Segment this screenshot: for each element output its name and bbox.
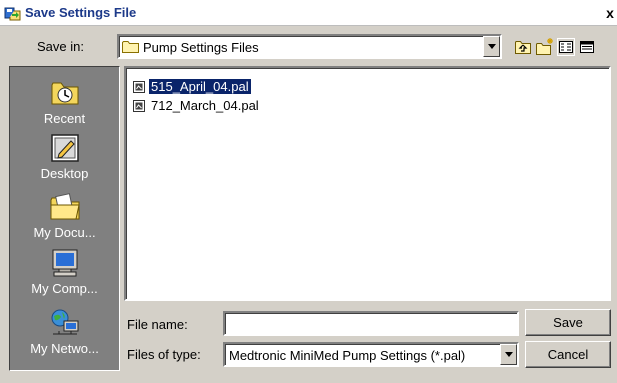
list-item[interactable]: 515_April_04.pal <box>132 78 251 95</box>
my-network-icon <box>49 307 81 339</box>
details-view-icon[interactable] <box>577 37 597 57</box>
up-one-level-icon[interactable] <box>513 37 533 57</box>
place-my-documents[interactable]: My Docu... <box>10 191 119 240</box>
files-of-type-value: Medtronic MiniMed Pump Settings (*.pal) <box>229 348 466 363</box>
files-of-type-label: Files of type: <box>127 347 201 362</box>
file-name: 515_April_04.pal <box>149 79 251 94</box>
chevron-down-icon[interactable] <box>483 36 500 57</box>
place-label: My Docu... <box>33 225 96 240</box>
place-label: Desktop <box>40 166 89 181</box>
place-my-network[interactable]: My Netwo... <box>10 307 119 356</box>
file-name-input[interactable] <box>223 311 519 336</box>
pal-file-icon <box>132 99 146 113</box>
places-bar: Recent Desktop My Docu... My Comp... My … <box>9 66 120 371</box>
place-label: Recent <box>43 111 86 126</box>
desktop-icon <box>49 132 81 164</box>
place-label: My Comp... <box>31 281 98 296</box>
save-button[interactable]: Save <box>525 309 611 336</box>
file-list[interactable]: 515_April_04.pal 712_March_04.pal <box>124 66 611 301</box>
my-documents-icon <box>49 191 81 223</box>
cancel-button[interactable]: Cancel <box>525 341 611 368</box>
place-label: My Netwo... <box>30 341 99 356</box>
place-desktop[interactable]: Desktop <box>10 132 119 181</box>
list-view-icon[interactable] <box>556 37 576 57</box>
my-computer-icon <box>49 247 81 279</box>
place-recent[interactable]: Recent <box>10 77 119 126</box>
save-in-dropdown[interactable]: Pump Settings Files <box>117 34 502 59</box>
pal-file-icon <box>132 80 146 94</box>
list-item[interactable]: 712_March_04.pal <box>132 97 261 114</box>
file-name-label: File name: <box>127 317 188 332</box>
save-in-label: Save in: <box>37 39 84 54</box>
folder-icon <box>122 40 139 53</box>
title-bar: Save Settings File x <box>0 0 617 26</box>
save-in-value: Pump Settings Files <box>143 40 259 55</box>
close-button[interactable]: x <box>603 5 617 21</box>
chevron-down-icon[interactable] <box>500 344 517 365</box>
file-name: 712_March_04.pal <box>151 98 259 113</box>
new-folder-icon[interactable] <box>535 37 555 57</box>
save-settings-icon <box>4 5 22 21</box>
files-of-type-dropdown[interactable]: Medtronic MiniMed Pump Settings (*.pal) <box>223 342 519 367</box>
place-my-computer[interactable]: My Comp... <box>10 247 119 296</box>
dialog-title: Save Settings File <box>25 5 137 20</box>
recent-icon <box>49 77 81 109</box>
